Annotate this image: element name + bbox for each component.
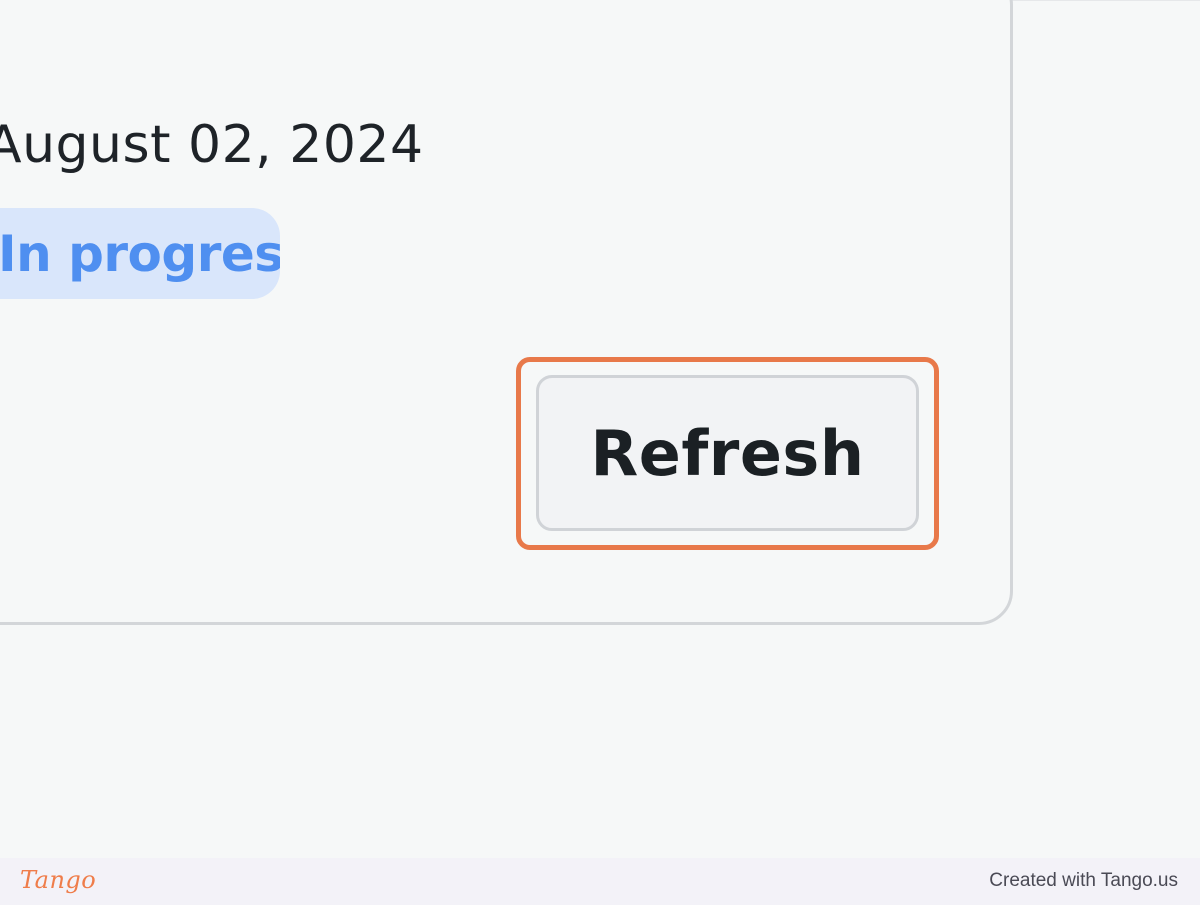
tango-logo[interactable]: Tango [20, 866, 96, 894]
tango-screenshot: August 02, 2024 In progress Refresh Tang… [0, 0, 1200, 905]
job-date: August 02, 2024 [0, 115, 424, 175]
status-badge: In progress [0, 208, 280, 299]
refresh-button-label: Refresh [590, 416, 865, 490]
status-badge-label: In progress [0, 224, 280, 283]
app-viewport: August 02, 2024 In progress Refresh [0, 0, 1200, 858]
tango-footer: Tango Created with Tango.us [0, 858, 1200, 905]
footer-credit[interactable]: Created with Tango.us [989, 870, 1178, 892]
refresh-button[interactable]: Refresh [536, 375, 919, 531]
